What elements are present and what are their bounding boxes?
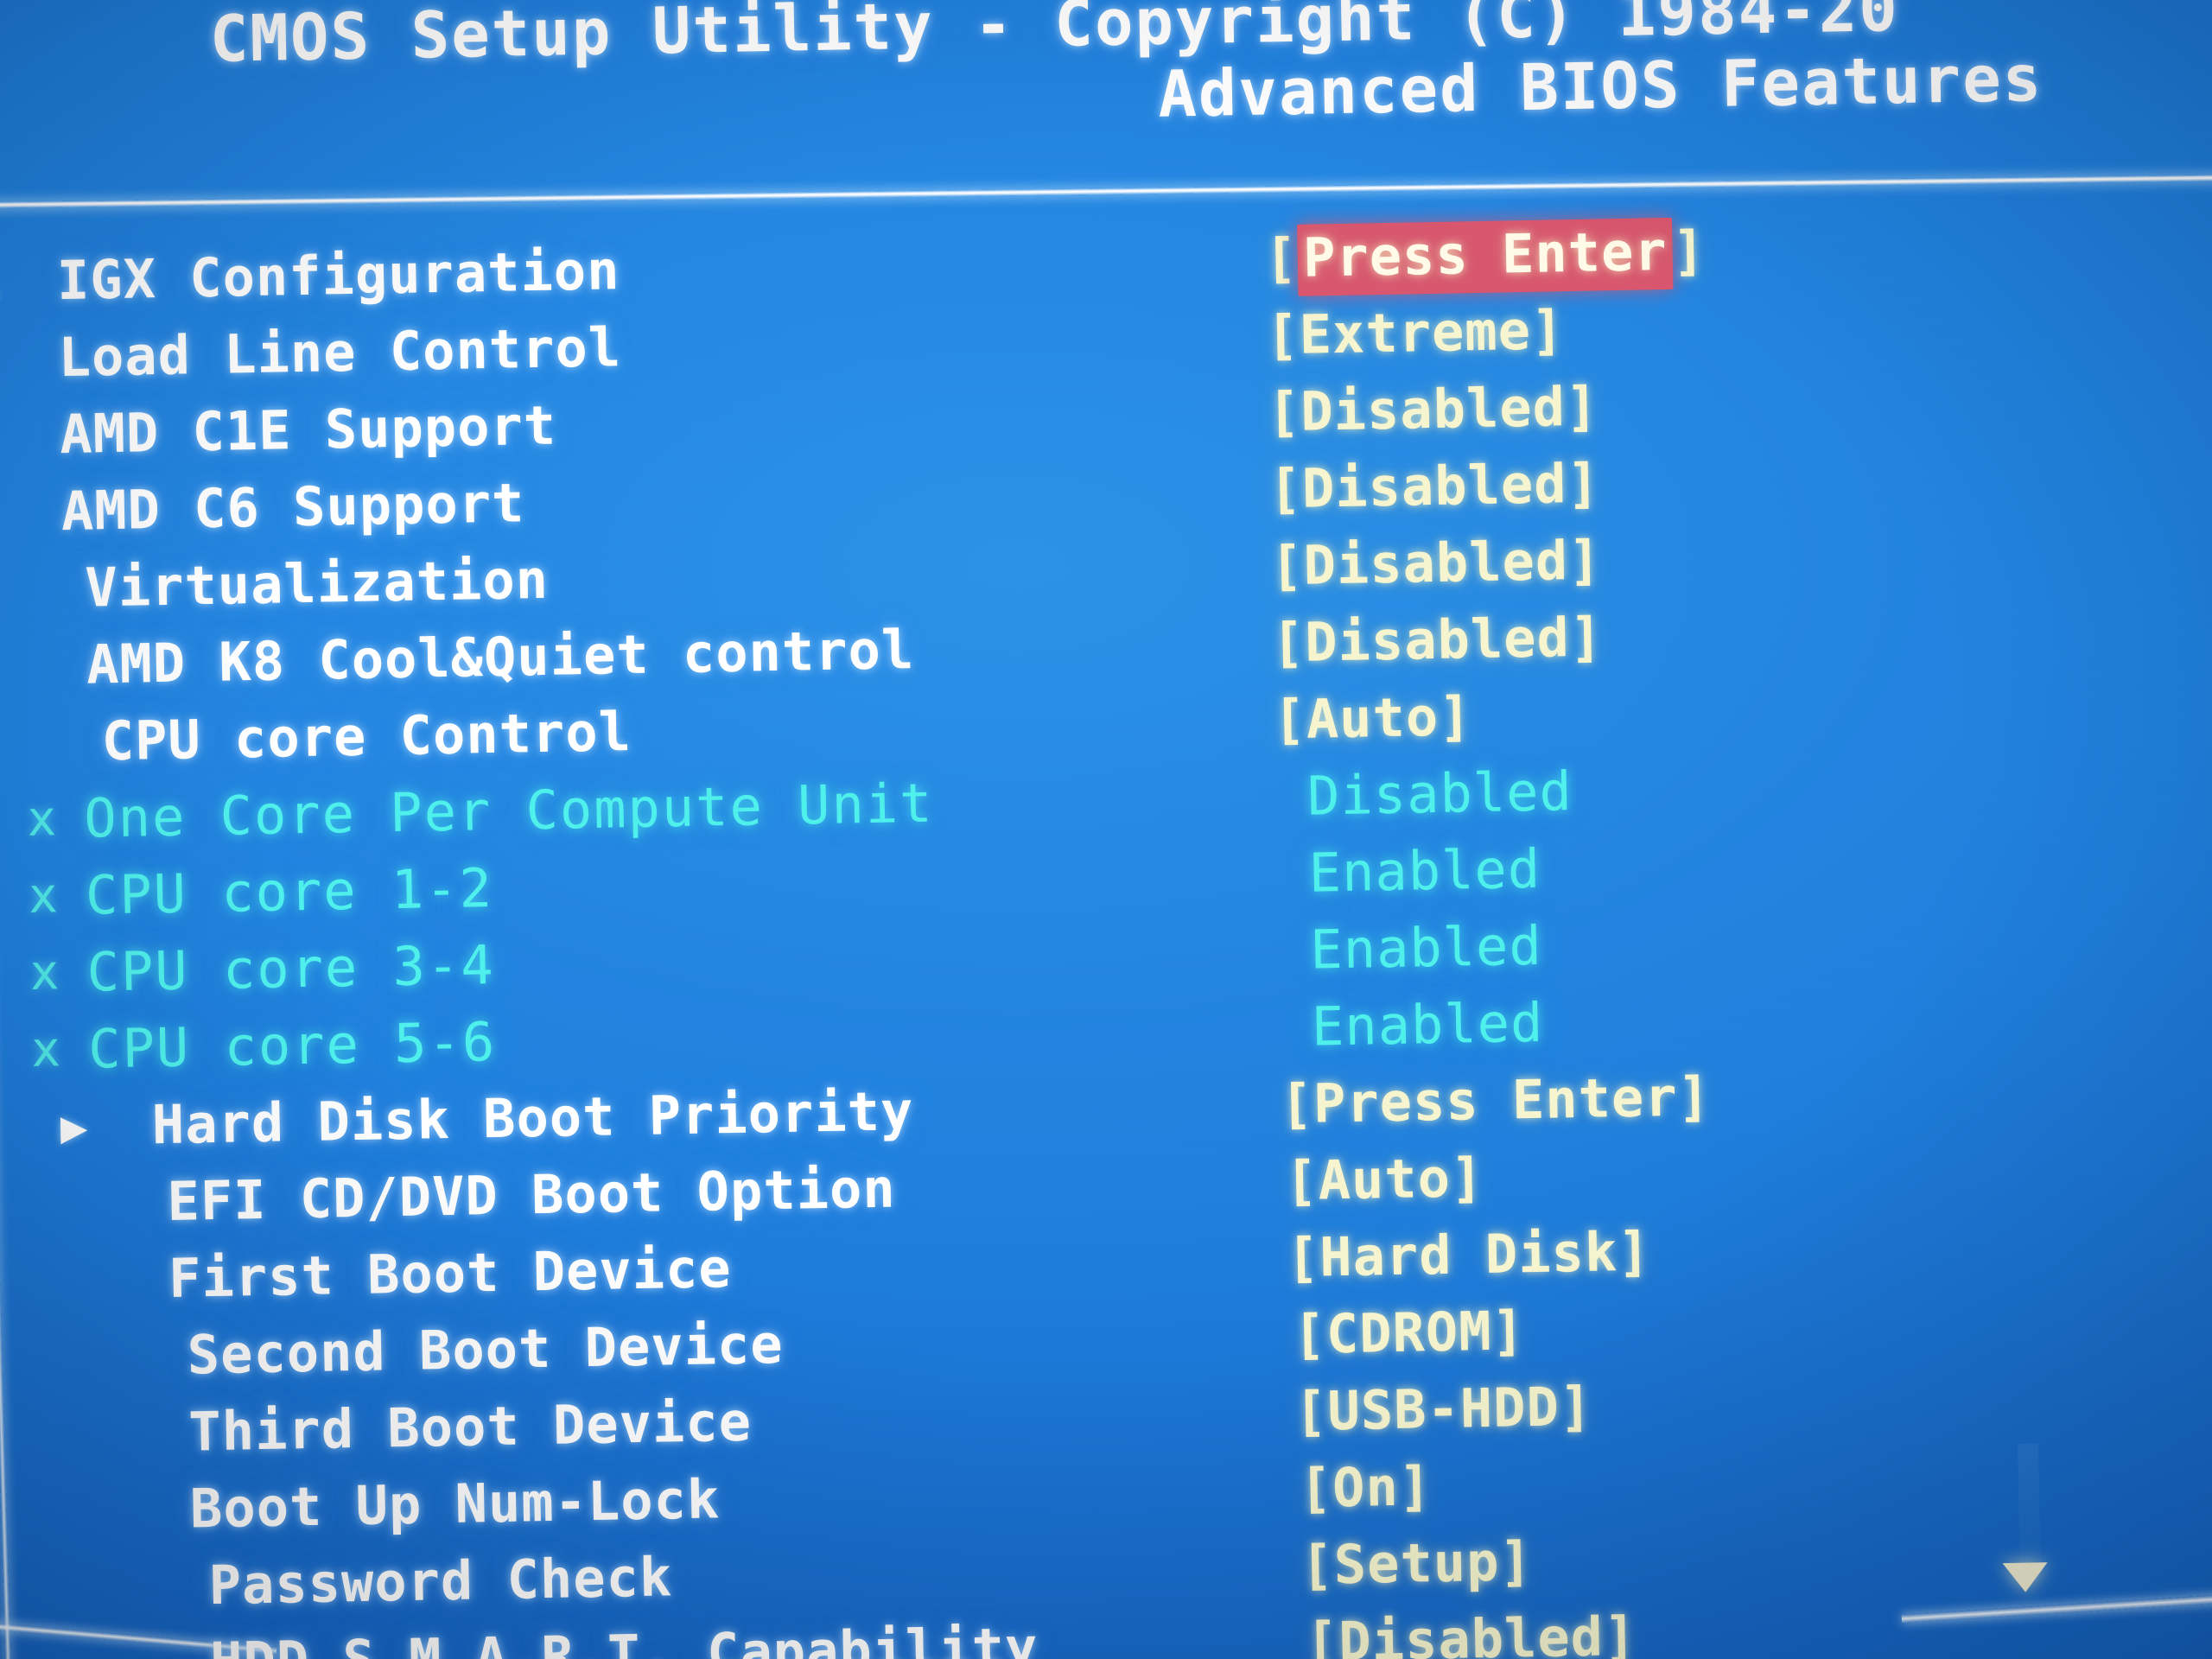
value-bracket-open: [ bbox=[1264, 226, 1299, 290]
disabled-marker-icon: x bbox=[26, 791, 57, 848]
setting-label: Password Check bbox=[208, 1545, 673, 1618]
setting-label: Boot Up Num-Lock bbox=[189, 1467, 721, 1541]
settings-list: ▶ IGX Configuration [Press Enter] Load L… bbox=[0, 202, 2212, 1659]
setting-label: Hard Disk Boot Priority bbox=[151, 1079, 914, 1157]
setting-value[interactable]: [Setup] bbox=[1300, 1529, 1534, 1597]
setting-value: Enabled bbox=[1311, 990, 1544, 1058]
disabled-marker-icon: x bbox=[30, 1021, 61, 1078]
header-divider bbox=[0, 175, 2212, 209]
setting-value[interactable]: [Disabled] bbox=[1271, 605, 1604, 674]
value-highlighted-text: Press Enter bbox=[1297, 217, 1674, 296]
setting-label: One Core Per Compute Unit bbox=[83, 771, 935, 850]
setting-label: AMD C6 Support bbox=[60, 471, 526, 543]
setting-label: AMD K8 Cool&Quiet control bbox=[86, 618, 915, 696]
setting-value: Enabled bbox=[1309, 913, 1543, 982]
page-subtitle: Advanced BIOS Features bbox=[1157, 41, 2044, 132]
setting-value[interactable]: [Hard Disk] bbox=[1286, 1220, 1651, 1290]
setting-label: Virtualization bbox=[84, 547, 550, 620]
setting-value[interactable]: [Disabled] bbox=[1268, 451, 1601, 520]
setting-value[interactable]: [Press Enter] bbox=[1264, 217, 1707, 296]
bios-screen-tilt-wrapper: CMOS Setup Utility - Copyright (C) 1984-… bbox=[0, 0, 2212, 1659]
disabled-marker-icon: x bbox=[29, 944, 60, 1001]
setting-label: IGX Configuration bbox=[56, 238, 621, 313]
setting-label: CPU core 1-2 bbox=[85, 856, 494, 927]
setting-label: AMD C1E Support bbox=[59, 393, 557, 467]
setting-label: CPU core Control bbox=[101, 700, 632, 773]
setting-label: HDD S.M.A.R.T. Capability bbox=[209, 1615, 1039, 1659]
setting-value[interactable]: [USB-HDD] bbox=[1294, 1375, 1593, 1443]
bios-setup-screen: CMOS Setup Utility - Copyright (C) 1984-… bbox=[0, 0, 2212, 1659]
setting-value[interactable]: [On] bbox=[1299, 1454, 1433, 1520]
setting-label: Third Boot Device bbox=[188, 1389, 753, 1464]
disabled-marker-icon: x bbox=[28, 868, 59, 925]
setting-label: CPU core 5-6 bbox=[87, 1009, 497, 1081]
setting-label: Second Boot Device bbox=[187, 1312, 785, 1387]
setting-value[interactable]: [CDROM] bbox=[1293, 1299, 1526, 1366]
setting-label: EFI CD/DVD Boot Option bbox=[166, 1156, 897, 1233]
setting-value[interactable]: [Extreme] bbox=[1266, 298, 1565, 366]
setting-label: First Boot Device bbox=[168, 1236, 733, 1310]
setting-value[interactable]: [Disabled] bbox=[1305, 1605, 1637, 1659]
scroll-down-arrow-icon[interactable] bbox=[2002, 1562, 2049, 1593]
setting-value[interactable]: [Disabled] bbox=[1267, 374, 1599, 443]
value-bracket-close: ] bbox=[1671, 219, 1707, 283]
setting-value[interactable]: [Press Enter] bbox=[1280, 1065, 1712, 1135]
selection-arrow-icon: ▶ bbox=[0, 253, 15, 327]
setting-value[interactable]: [Disabled] bbox=[1270, 528, 1603, 597]
setting-label: Load Line Control bbox=[57, 315, 622, 390]
setting-value[interactable]: [Auto] bbox=[1273, 684, 1472, 751]
setting-label: CPU core 3-4 bbox=[86, 932, 496, 1004]
setting-value: Enabled bbox=[1308, 836, 1541, 905]
scrollbar-track[interactable] bbox=[2018, 1443, 2041, 1573]
setting-value: Disabled bbox=[1306, 760, 1573, 828]
submenu-arrow-icon: ▶ bbox=[60, 1101, 88, 1154]
setting-value[interactable]: [Auto] bbox=[1285, 1146, 1484, 1212]
